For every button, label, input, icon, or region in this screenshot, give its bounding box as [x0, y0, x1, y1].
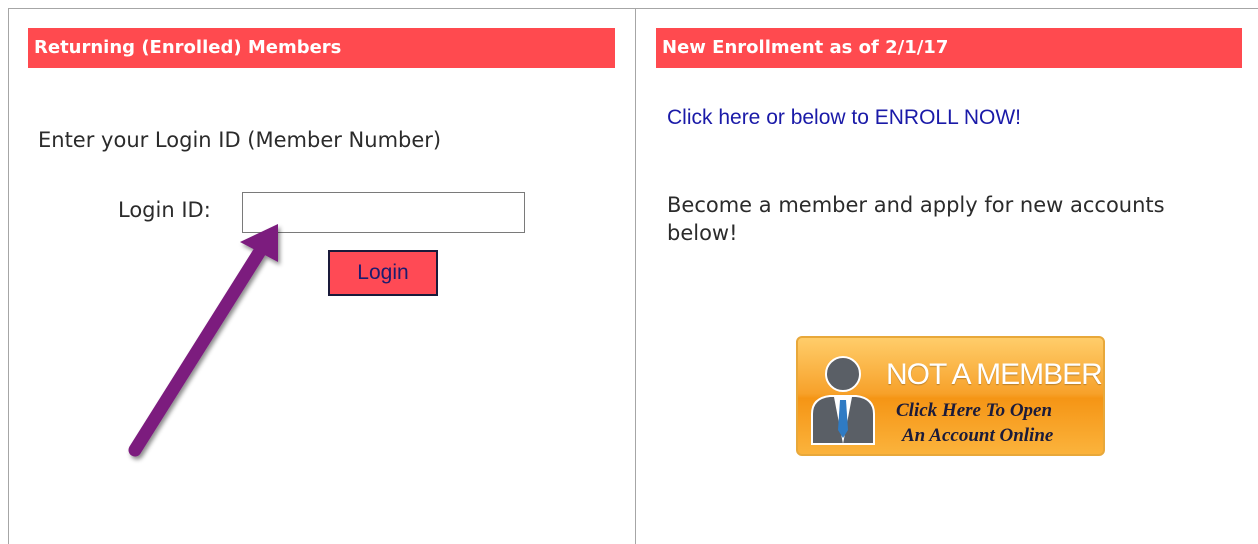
login-id-label: Login ID:: [118, 198, 211, 222]
badge-line-1: Click Here To Open: [896, 400, 1053, 421]
new-enrollment-header: New Enrollment as of 2/1/17: [656, 28, 1242, 68]
badge-line-2: An Account Online: [902, 425, 1054, 446]
panel-divider: [635, 8, 636, 544]
login-button[interactable]: Login: [328, 250, 438, 296]
person-icon: [811, 356, 875, 445]
login-id-input[interactable]: [242, 192, 525, 233]
returning-members-header: Returning (Enrolled) Members: [28, 28, 615, 68]
frame-left-border: [8, 8, 9, 544]
login-prompt: Enter your Login ID (Member Number): [38, 128, 442, 152]
pointer-arrow-icon: [128, 224, 278, 457]
frame-top-border: [8, 8, 1258, 9]
not-a-member-button[interactable]: NOT A MEMBER? Click Here To Open An Acco…: [796, 336, 1105, 456]
become-member-text: Become a member and apply for new accoun…: [667, 193, 1165, 245]
enroll-now-link[interactable]: Click here or below to ENROLL NOW!: [667, 106, 1021, 130]
badge-title: NOT A MEMBER?: [886, 358, 1105, 391]
